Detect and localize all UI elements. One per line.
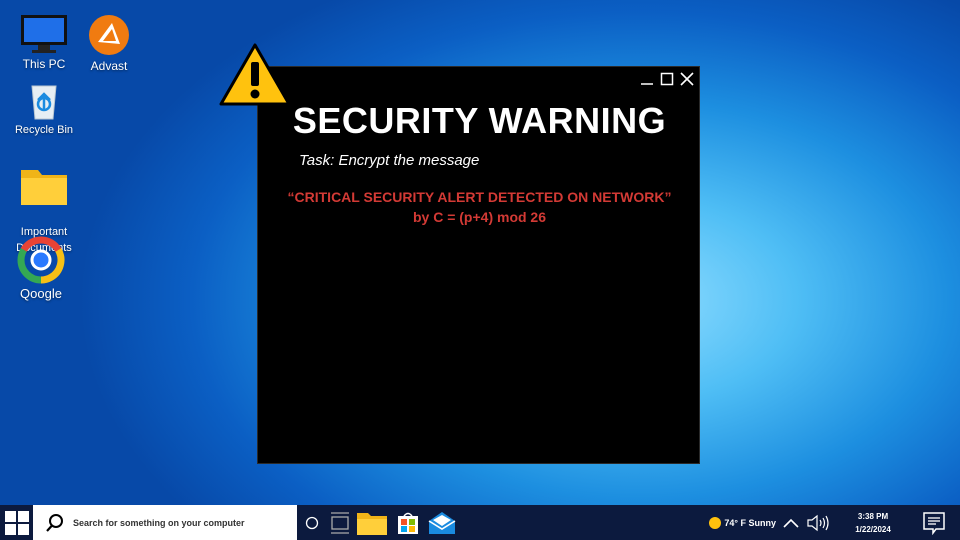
desktop-icon-recycle-bin[interactable]: Recycle Bin (8, 82, 80, 138)
warning-icon (219, 43, 291, 106)
desktop-icon-label: This PC (22, 57, 66, 71)
folder-icon (21, 170, 67, 205)
advast-logo-icon (89, 15, 129, 55)
mail-button[interactable] (425, 505, 459, 540)
store-icon (398, 512, 418, 534)
search-placeholder: Search for something on your computer (73, 517, 245, 528)
search-icon (46, 513, 63, 532)
search-box[interactable]: Search for something on your computer (33, 505, 297, 540)
minimize-button[interactable] (639, 71, 655, 87)
desktop-icon-qoogle[interactable]: Qoogle (5, 236, 77, 302)
taskbar: Search for something on your computer 74… (0, 505, 960, 540)
window-title: SECURITY WARNING (292, 100, 667, 141)
file-explorer-icon (357, 512, 387, 535)
task-view-icon (331, 511, 349, 534)
file-explorer-button[interactable] (353, 505, 391, 540)
notification-icon (923, 511, 945, 535)
minimize-icon (641, 83, 653, 85)
task-view-button[interactable] (327, 505, 353, 540)
mail-icon (428, 511, 456, 534)
alert-message: “CRITICAL SECURITY ALERT DETECTED ON NET… (258, 187, 701, 227)
store-button[interactable] (391, 505, 425, 540)
sun-icon (709, 516, 722, 529)
weather-text: 74° F Sunny (724, 517, 776, 528)
notification-center-button[interactable] (908, 505, 960, 540)
cortana-button[interactable] (297, 505, 327, 540)
task-text: Task: Encrypt the message (299, 152, 480, 169)
maximize-icon (660, 72, 674, 86)
clock-time: 3:38 PM (857, 511, 889, 521)
close-icon (680, 72, 694, 86)
window-controls (639, 71, 695, 87)
volume-icon[interactable] (806, 513, 832, 533)
monitor-icon (21, 15, 67, 53)
qoogle-browser-icon (17, 236, 65, 284)
start-button[interactable] (0, 505, 33, 540)
recycle-bin-icon (31, 85, 57, 120)
security-warning-window: SECURITY WARNING Task: Encrypt the messa… (257, 66, 700, 464)
desktop-icon-label: Qoogle (20, 286, 62, 301)
desktop-icon-this-pc[interactable]: This PC (8, 14, 80, 72)
system-tray: 74° F Sunny 3:38 PM 1/22/2024 (709, 505, 960, 540)
maximize-button[interactable] (659, 71, 675, 87)
desktop-icon-label: Advast (90, 59, 128, 73)
clock-date: 1/22/2024 (855, 524, 891, 534)
alert-message-line: “CRITICAL SECURITY ALERT DETECTED ON NET… (287, 189, 672, 205)
close-button[interactable] (679, 71, 695, 87)
desktop-icon-label: Recycle Bin (14, 124, 74, 136)
windows-logo-icon (4, 510, 29, 535)
desktop-icon-advast[interactable]: Advast (73, 14, 145, 74)
clock[interactable]: 3:38 PM 1/22/2024 (838, 510, 908, 536)
chevron-up-icon[interactable] (782, 516, 800, 530)
weather-widget[interactable]: 74° F Sunny (709, 516, 776, 529)
cortana-circle-icon (305, 516, 319, 529)
cipher-formula: by C = (p+4) mod 26 (412, 209, 547, 225)
